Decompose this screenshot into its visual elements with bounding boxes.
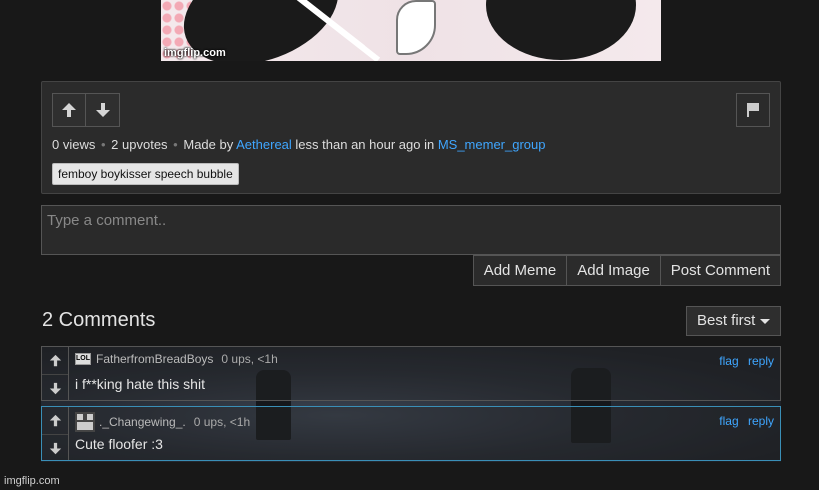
comment-meta: 0 ups, <1h	[221, 352, 278, 366]
comment-meta: 0 ups, <1h	[193, 415, 251, 429]
meme-watermark: imgflip.com	[164, 47, 226, 59]
comment-downvote-button[interactable]	[42, 374, 68, 401]
add-meme-button[interactable]: Add Meme	[472, 255, 568, 286]
time-text: less than an hour ago in	[295, 137, 435, 152]
meme-meta-line: 0 views • 2 upvotes • Made by Aethereal …	[52, 137, 546, 152]
post-comment-button[interactable]: Post Comment	[660, 255, 781, 286]
comment-username[interactable]: FatherfromBreadBoys	[96, 352, 213, 366]
comments-title: 2 Comments	[42, 309, 156, 331]
reply-link[interactable]: reply	[748, 414, 774, 428]
downvote-button[interactable]	[86, 93, 120, 127]
arrow-down-icon	[49, 442, 61, 454]
flag-icon	[747, 103, 759, 117]
views-count: 0 views	[52, 137, 96, 152]
footer-watermark: imgflip.com	[4, 475, 60, 487]
comment-text: Cute floofer :3	[75, 436, 163, 452]
comment-header: LOL FatherfromBreadBoys 0 ups, <1h	[75, 352, 278, 366]
meme-dark-shape-right	[486, 0, 636, 60]
comment-item: LOL FatherfromBreadBoys 0 ups, <1h flag …	[41, 346, 781, 401]
comment-downvote-button[interactable]	[42, 434, 68, 461]
meme-image[interactable]: imgflip.com	[161, 0, 661, 61]
author-link[interactable]: Aethereal	[236, 137, 292, 152]
composer-button-row: Add Meme Add Image Post Comment	[472, 255, 781, 286]
arrow-down-icon	[49, 382, 61, 394]
arrow-up-icon	[62, 103, 76, 117]
meme-sketch-shape	[396, 0, 436, 55]
comment-username[interactable]: ._Changewing_.	[99, 415, 186, 429]
arrow-up-icon	[49, 354, 61, 367]
stream-link[interactable]: MS_memer_group	[438, 137, 546, 152]
comment-vote-column	[42, 347, 69, 400]
flag-button[interactable]	[736, 93, 770, 127]
meme-tag[interactable]: femboy boykisser speech bubble	[52, 163, 239, 185]
comment-upvote-button[interactable]	[42, 407, 68, 434]
sort-dropdown[interactable]: Best first	[686, 306, 781, 336]
arrow-up-icon	[49, 414, 61, 427]
arrow-down-icon	[95, 103, 110, 117]
comment-actions: flag reply	[713, 354, 774, 368]
reply-link[interactable]: reply	[748, 354, 774, 368]
comment-actions: flag reply	[713, 414, 774, 428]
upvote-button[interactable]	[52, 93, 86, 127]
user-avatar[interactable]: LOL	[75, 353, 91, 365]
comment-header: ._Changewing_. 0 ups, <1h	[75, 412, 250, 432]
meme-vote-group	[52, 93, 120, 127]
comment-input[interactable]	[41, 205, 781, 255]
add-image-button[interactable]: Add Image	[567, 255, 661, 286]
flag-link[interactable]: flag	[719, 354, 738, 368]
user-avatar[interactable]	[75, 412, 95, 432]
upvotes-count: 2 upvotes	[111, 137, 168, 152]
caret-down-icon	[760, 318, 771, 324]
comment-item: ._Changewing_. 0 ups, <1h flag reply Cut…	[41, 406, 781, 461]
comment-upvote-button[interactable]	[42, 347, 68, 374]
comment-text: i f**king hate this shit	[75, 376, 205, 392]
made-by-label: Made by	[183, 137, 234, 152]
sort-label: Best first	[697, 312, 756, 329]
comment-vote-column	[42, 407, 69, 460]
meme-info-panel: 0 views • 2 upvotes • Made by Aethereal …	[41, 81, 781, 194]
flag-link[interactable]: flag	[719, 414, 738, 428]
